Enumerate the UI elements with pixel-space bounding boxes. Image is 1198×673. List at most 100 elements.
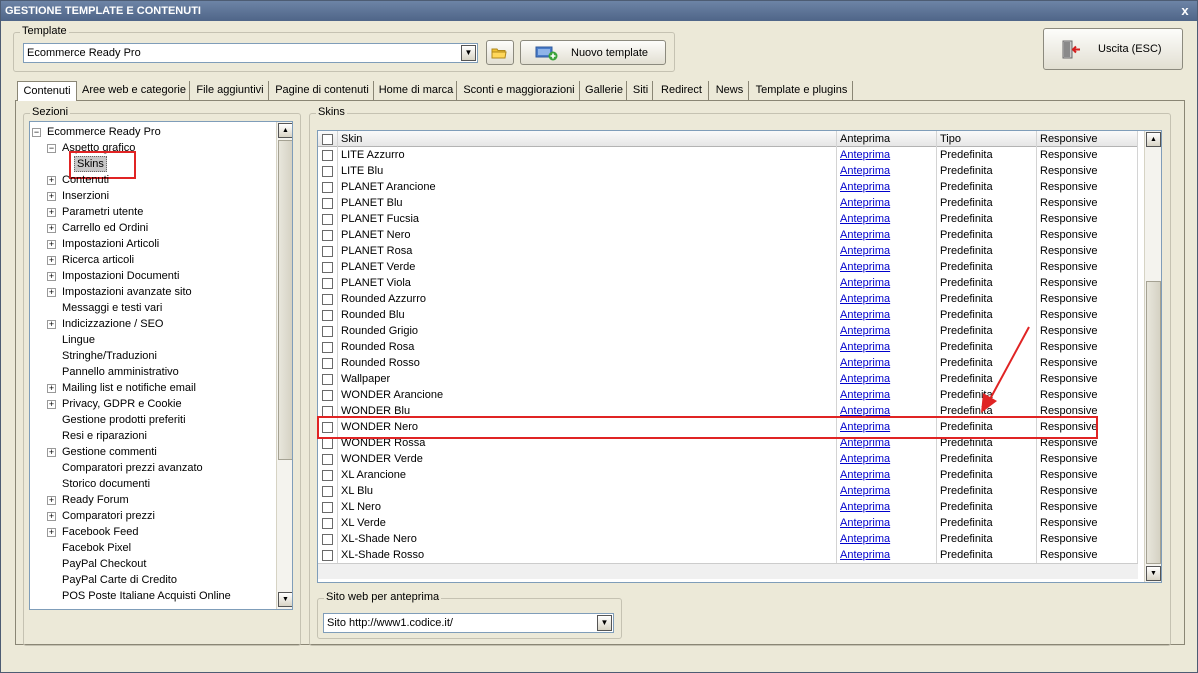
tab-home-marca[interactable]: Home di marca	[376, 81, 457, 100]
table-row[interactable]: Rounded Blu Anteprima Predefinita Responsiv…	[318, 307, 1138, 323]
tab-redirect[interactable]: Redirect	[655, 81, 709, 100]
expand-icon[interactable]: +	[47, 240, 56, 249]
preview-link[interactable]: Anteprima	[837, 371, 937, 387]
preview-link[interactable]: Anteprima	[837, 147, 937, 163]
preview-link[interactable]: Anteprima	[837, 227, 937, 243]
row-checkbox[interactable]	[322, 262, 333, 273]
select-all-checkbox[interactable]	[322, 134, 333, 145]
expand-icon[interactable]: +	[47, 192, 56, 201]
preview-link[interactable]: Anteprima	[837, 179, 937, 195]
tab-template-plugins[interactable]: Template e plugins	[751, 81, 853, 100]
expand-icon[interactable]: +	[47, 320, 56, 329]
row-checkbox[interactable]	[322, 214, 333, 225]
preview-link[interactable]: Anteprima	[837, 483, 937, 499]
preview-link[interactable]: Anteprima	[837, 451, 937, 467]
row-checkbox[interactable]	[322, 150, 333, 161]
tab-aree-web[interactable]: Aree web e categorie	[79, 81, 190, 100]
expand-icon[interactable]: +	[47, 272, 56, 281]
preview-link[interactable]: Anteprima	[837, 531, 937, 547]
close-icon[interactable]: x	[1177, 1, 1193, 21]
column-header-tipo[interactable]: Tipo	[937, 131, 1037, 147]
row-checkbox[interactable]	[322, 470, 333, 481]
preview-link[interactable]: Anteprima	[837, 307, 937, 323]
table-row[interactable]: PLANET Viola Anteprima Predefinita Responsi…	[318, 275, 1138, 291]
row-checkbox[interactable]	[322, 438, 333, 449]
column-header-responsive[interactable]: Responsive	[1037, 131, 1138, 147]
collapse-icon[interactable]: −	[47, 144, 56, 153]
tree-scrollbar[interactable]: ▲ ▼	[276, 122, 292, 609]
row-checkbox[interactable]	[322, 502, 333, 513]
table-row[interactable]: Rounded Azzurro Anteprima Predefinita Respo…	[318, 291, 1138, 307]
row-checkbox[interactable]	[322, 342, 333, 353]
tab-siti[interactable]: Siti	[629, 81, 653, 100]
column-header-skin[interactable]: Skin	[338, 131, 837, 147]
preview-link[interactable]: Anteprima	[837, 515, 937, 531]
table-row[interactable]: XL Blu Anteprima Predefinita Responsive	[318, 483, 1138, 499]
preview-link[interactable]: Anteprima	[837, 211, 937, 227]
row-checkbox[interactable]	[322, 278, 333, 289]
tab-contenuti[interactable]: Contenuti	[17, 81, 77, 101]
row-checkbox[interactable]	[322, 182, 333, 193]
tree-scroll-thumb[interactable]	[278, 140, 292, 460]
row-checkbox[interactable]	[322, 454, 333, 465]
preview-site-select[interactable]: Sito http://www1.codice.it/ ▼	[323, 613, 614, 633]
tab-pagine-contenuti[interactable]: Pagine di contenuti	[271, 81, 374, 100]
preview-link[interactable]: Anteprima	[837, 323, 937, 339]
chevron-down-icon[interactable]: ▼	[597, 615, 612, 631]
table-row[interactable]: PLANET Blu Anteprima Predefinita Responsive	[318, 195, 1138, 211]
expand-icon[interactable]: +	[47, 208, 56, 217]
collapse-icon[interactable]: −	[32, 128, 41, 137]
table-row[interactable]: PLANET Nero Anteprima Predefinita Responsiv…	[318, 227, 1138, 243]
new-template-button[interactable]: Nuovo template	[520, 40, 666, 65]
expand-icon[interactable]: +	[47, 400, 56, 409]
exit-button[interactable]: Uscita (ESC)	[1043, 28, 1183, 70]
preview-link[interactable]: Anteprima	[837, 339, 937, 355]
scroll-down-icon[interactable]: ▼	[278, 592, 292, 607]
tab-news[interactable]: News	[711, 81, 749, 100]
table-row[interactable]: PLANET Fucsia Anteprima Predefinita Respons…	[318, 211, 1138, 227]
row-checkbox[interactable]	[322, 486, 333, 497]
template-select[interactable]: Ecommerce Ready Pro ▼	[23, 43, 478, 63]
preview-link[interactable]: Anteprima	[837, 467, 937, 483]
preview-link[interactable]: Anteprima	[837, 243, 937, 259]
grid-scroll-thumb[interactable]	[1146, 281, 1161, 564]
row-checkbox[interactable]	[322, 390, 333, 401]
preview-link[interactable]: Anteprima	[837, 275, 937, 291]
preview-link[interactable]: Anteprima	[837, 163, 937, 179]
preview-link[interactable]: Anteprima	[837, 547, 937, 563]
tab-file-aggiuntivi[interactable]: File aggiuntivi	[192, 81, 269, 100]
table-row[interactable]: XL Nero Anteprima Predefinita Responsive	[318, 499, 1138, 515]
table-row[interactable]: PLANET Rosa Anteprima Predefinita Responsiv…	[318, 243, 1138, 259]
open-folder-button[interactable]	[486, 40, 514, 65]
expand-icon[interactable]: +	[47, 176, 56, 185]
table-row[interactable]: LITE Blu Anteprima Predefinita Responsive	[318, 163, 1138, 179]
table-row[interactable]: XL Verde Anteprima Predefinita Responsive	[318, 515, 1138, 531]
scroll-up-icon[interactable]: ▲	[1146, 132, 1161, 147]
grid-scrollbar[interactable]: ▲ ▼	[1144, 131, 1161, 582]
expand-icon[interactable]: +	[47, 496, 56, 505]
preview-link[interactable]: Anteprima	[837, 195, 937, 211]
table-row[interactable]: XL-Shade Nero Anteprima Predefinita Respons…	[318, 531, 1138, 547]
expand-icon[interactable]: +	[47, 256, 56, 265]
row-checkbox[interactable]	[322, 198, 333, 209]
row-checkbox[interactable]	[322, 518, 333, 529]
expand-icon[interactable]: +	[47, 528, 56, 537]
row-checkbox[interactable]	[322, 294, 333, 305]
row-checkbox[interactable]	[322, 230, 333, 241]
expand-icon[interactable]: +	[47, 448, 56, 457]
row-checkbox[interactable]	[322, 358, 333, 369]
row-checkbox[interactable]	[322, 246, 333, 257]
scroll-down-icon[interactable]: ▼	[1146, 566, 1161, 581]
preview-link[interactable]: Anteprima	[837, 259, 937, 275]
expand-icon[interactable]: +	[47, 384, 56, 393]
expand-icon[interactable]: +	[47, 288, 56, 297]
row-checkbox[interactable]	[322, 166, 333, 177]
table-row[interactable]: XL Arancione Anteprima Predefinita Responsi…	[318, 467, 1138, 483]
tab-sconti[interactable]: Sconti e maggiorazioni	[459, 81, 580, 100]
scroll-up-icon[interactable]: ▲	[278, 123, 292, 138]
chevron-down-icon[interactable]: ▼	[461, 45, 476, 61]
tab-gallerie[interactable]: Gallerie	[582, 81, 627, 100]
table-row[interactable]: LITE Azzurro Anteprima Predefinita Responsi…	[318, 147, 1138, 163]
row-checkbox[interactable]	[322, 550, 333, 561]
row-checkbox[interactable]	[322, 310, 333, 321]
